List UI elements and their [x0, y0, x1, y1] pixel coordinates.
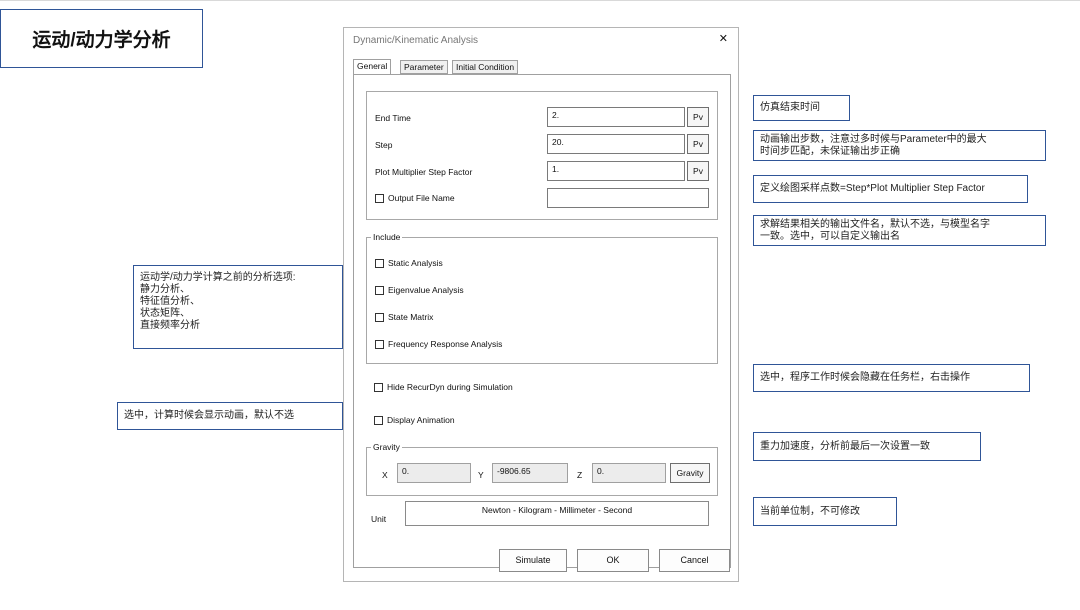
- gravity-y-label: Y: [478, 470, 484, 480]
- note-include-line-4: 状态矩阵、: [140, 308, 190, 319]
- note-output-file-line-2: 一致。选中，可以自定义输出名: [760, 231, 900, 242]
- checkbox-box: [375, 258, 384, 268]
- plot-multiplier-pv-button[interactable]: Pv: [687, 161, 709, 181]
- cancel-button[interactable]: Cancel: [659, 549, 730, 572]
- note-hide: 选中，程序工作时候会隐藏在任务栏，右击操作: [753, 364, 1030, 392]
- gravity-y-input[interactable]: -9806.65: [492, 463, 568, 483]
- dialog-title: Dynamic/Kinematic Analysis: [353, 35, 479, 46]
- note-unit: 当前单位制，不可修改: [753, 497, 897, 526]
- include-group: Include Static Analysis Eigenvalue Analy…: [366, 232, 718, 364]
- tab-general[interactable]: General: [353, 59, 392, 75]
- plot-multiplier-label: Plot Multiplier Step Factor: [375, 167, 473, 177]
- end-time-label: End Time: [375, 113, 411, 123]
- frequency-response-label: Frequency Response Analysis: [388, 339, 503, 349]
- gravity-z-input[interactable]: 0.: [592, 463, 666, 483]
- note-end-time: 仿真结束时间: [753, 95, 850, 121]
- simulate-button[interactable]: Simulate: [499, 549, 567, 572]
- general-panel: End Time 2. Pv Step 20. Pv Plot Multipli…: [353, 74, 731, 568]
- checkbox-box: [375, 193, 384, 203]
- note-step-line-1: 动画输出步数，注意过多时候与Parameter中的最大: [760, 134, 987, 145]
- checkbox-box: [374, 415, 383, 425]
- ok-button[interactable]: OK: [577, 549, 649, 572]
- note-output-file: 求解结果相关的输出文件名，默认不选，与模型名字 一致。选中，可以自定义输出名: [753, 215, 1046, 246]
- end-time-input[interactable]: 2.: [547, 107, 685, 127]
- checkbox-box: [375, 285, 384, 295]
- end-time-pv-button[interactable]: Pv: [687, 107, 709, 127]
- gravity-group: Gravity X 0. Y -9806.65 Z 0. Gravity: [366, 442, 718, 496]
- eigenvalue-analysis-label: Eigenvalue Analysis: [388, 285, 464, 295]
- gravity-button[interactable]: Gravity: [670, 463, 710, 483]
- note-include: 运动学/动力学计算之前的分析选项: 静力分析、 特征值分析、 状态矩阵、 直接频…: [133, 265, 343, 349]
- dynamic-kinematic-dialog: Dynamic/Kinematic Analysis ✕ General Par…: [343, 27, 739, 582]
- output-file-label: Output File Name: [388, 193, 455, 203]
- output-file-checkbox[interactable]: Output File Name: [375, 193, 455, 203]
- close-icon[interactable]: ✕: [719, 32, 728, 45]
- step-pv-button[interactable]: Pv: [687, 134, 709, 154]
- note-include-line-5: 直接频率分析: [140, 320, 200, 331]
- include-group-title: Include: [371, 232, 403, 242]
- gravity-x-label: X: [382, 470, 388, 480]
- note-include-line-3: 特征值分析、: [140, 296, 200, 307]
- hide-recurdyn-label: Hide RecurDyn during Simulation: [387, 382, 513, 392]
- note-step: 动画输出步数，注意过多时候与Parameter中的最大 时间步匹配，未保证输出步…: [753, 130, 1046, 161]
- state-matrix-label: State Matrix: [388, 312, 434, 322]
- note-include-line-1: 运动学/动力学计算之前的分析选项:: [140, 272, 296, 283]
- slide-title: 运动/动力学分析: [0, 9, 203, 68]
- step-label: Step: [375, 140, 393, 150]
- plot-multiplier-input[interactable]: 1.: [547, 161, 685, 181]
- note-output-file-line-1: 求解结果相关的输出文件名，默认不选，与模型名字: [760, 219, 990, 230]
- display-animation-checkbox[interactable]: Display Animation: [374, 415, 455, 425]
- hide-recurdyn-checkbox[interactable]: Hide RecurDyn during Simulation: [374, 382, 513, 392]
- step-input[interactable]: 20.: [547, 134, 685, 154]
- display-animation-label: Display Animation: [387, 415, 455, 425]
- note-step-line-2: 时间步匹配，未保证输出步正确: [760, 146, 900, 157]
- static-analysis-checkbox[interactable]: Static Analysis: [375, 258, 443, 268]
- gravity-z-label: Z: [577, 470, 583, 480]
- note-include-line-2: 静力分析、: [140, 284, 190, 295]
- unit-label: Unit: [371, 514, 387, 524]
- time-settings-group: End Time 2. Pv Step 20. Pv Plot Multipli…: [366, 91, 718, 220]
- gravity-group-title: Gravity: [371, 442, 402, 452]
- note-plot-factor: 定义绘图采样点数=Step*Plot Multiplier Step Facto…: [753, 175, 1028, 203]
- gravity-x-input[interactable]: 0.: [397, 463, 471, 483]
- checkbox-box: [375, 339, 384, 349]
- tab-parameter[interactable]: Parameter: [400, 60, 448, 74]
- checkbox-box: [374, 382, 383, 392]
- top-divider: [0, 0, 1080, 1]
- frequency-response-checkbox[interactable]: Frequency Response Analysis: [375, 339, 502, 349]
- eigenvalue-analysis-checkbox[interactable]: Eigenvalue Analysis: [375, 285, 464, 295]
- state-matrix-checkbox[interactable]: State Matrix: [375, 312, 433, 322]
- checkbox-box: [375, 312, 384, 322]
- unit-display: Newton - Kilogram - Millimeter - Second: [405, 501, 709, 526]
- tab-initial-condition[interactable]: Initial Condition: [452, 60, 519, 74]
- output-file-input[interactable]: [547, 188, 709, 208]
- note-animation: 选中，计算时候会显示动画，默认不选: [117, 402, 343, 430]
- static-analysis-label: Static Analysis: [388, 258, 443, 268]
- note-gravity: 重力加速度，分析前最后一次设置一致: [753, 432, 981, 461]
